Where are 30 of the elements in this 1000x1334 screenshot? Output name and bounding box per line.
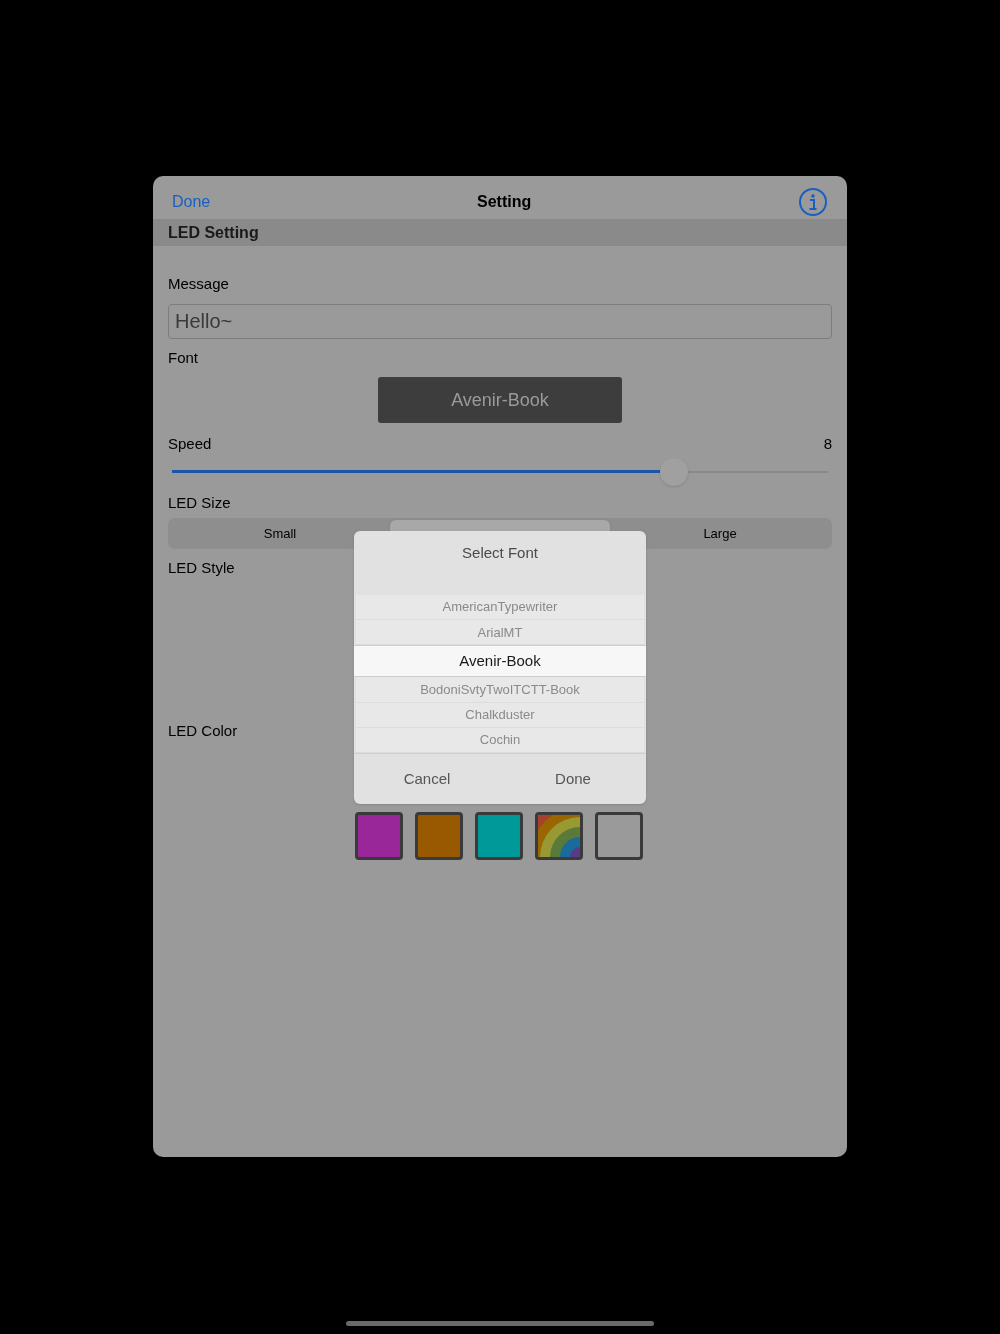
color-swatch[interactable]: [415, 812, 463, 860]
rainbow-swatch[interactable]: [535, 812, 583, 860]
size-segment[interactable]: Large: [610, 520, 830, 547]
font-option[interactable]: Avenir-Book: [354, 645, 646, 678]
font-option[interactable]: AmericanTypewriter: [356, 595, 644, 621]
field-label: LED Size: [168, 492, 232, 513]
info-icon[interactable]: [798, 186, 828, 217]
field-label: Speed: [168, 434, 212, 454]
dialog-button[interactable]: Cancel: [354, 754, 500, 804]
color-swatch[interactable]: [475, 812, 523, 860]
font-option[interactable]: ArialMT: [356, 620, 644, 646]
speed-slider[interactable]: [172, 457, 828, 486]
field-label: Font: [168, 347, 199, 368]
field-label: LED Color: [168, 720, 238, 741]
color-swatch[interactable]: [595, 812, 643, 860]
window-title: Setting: [477, 191, 532, 212]
font-option[interactable]: Cochin: [356, 727, 644, 753]
section-header: LED Setting: [153, 219, 847, 246]
field-label: Message: [168, 274, 230, 294]
font-option[interactable]: Chalkduster: [356, 702, 644, 728]
message-field[interactable]: Hello~: [168, 303, 832, 339]
dialog-button[interactable]: Done: [500, 754, 646, 804]
speed-value: 8: [823, 434, 832, 454]
field-label: LED Style: [168, 558, 235, 578]
done-button[interactable]: Done: [172, 189, 211, 214]
font-button[interactable]: Avenir-Book: [378, 377, 622, 423]
dialog-title: Select Font: [462, 544, 538, 563]
color-swatch[interactable]: [355, 812, 403, 860]
size-segment[interactable]: Small: [170, 520, 390, 547]
font-option[interactable]: BodoniSvtyTwoITCTT-Book: [356, 677, 644, 703]
